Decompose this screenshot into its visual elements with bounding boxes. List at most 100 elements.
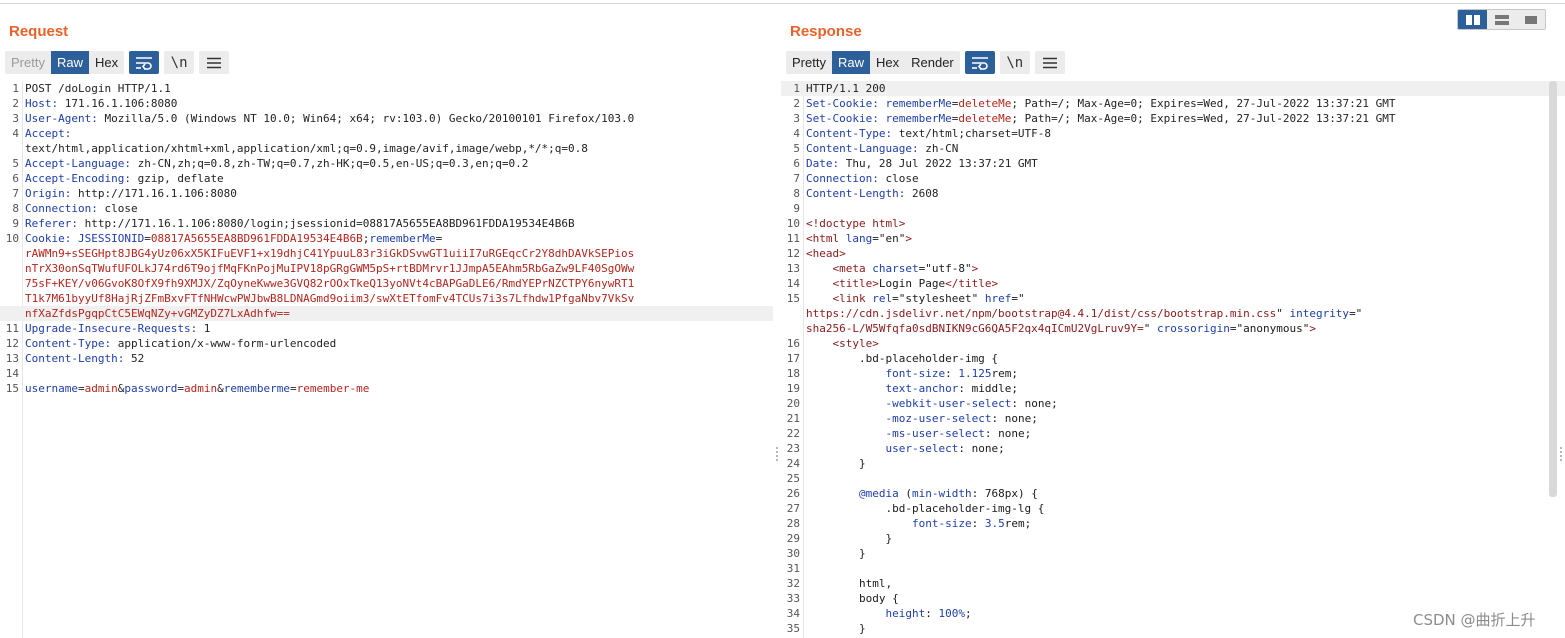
splitter-grip-icon[interactable]	[775, 446, 779, 462]
html-token: user-select	[885, 442, 959, 455]
request-toolbar: Pretty Raw Hex \n	[5, 51, 230, 74]
tab-raw[interactable]: Raw	[50, 51, 89, 74]
line-number: 15	[5, 382, 19, 395]
header-key: Referer:	[25, 217, 78, 230]
html-token: .bd-placeholder-img-lg {	[806, 502, 1045, 515]
pane-splitter[interactable]	[773, 4, 781, 638]
response-editor[interactable]: 1 HTTP/1.1 200 2 Set-Cookie: rememberMe=del…	[781, 81, 1565, 638]
header-value: http://171.16.1.106:8080	[71, 187, 237, 200]
line-number: 9	[12, 217, 19, 230]
line-number: 13	[5, 352, 19, 365]
line-text: -moz-user-select: none;	[806, 411, 1561, 426]
tab-raw[interactable]: Raw	[831, 51, 870, 74]
html-token	[806, 337, 833, 350]
code-line: 1 HTTP/1.1 200	[781, 81, 1565, 96]
line-text: Connection: close	[806, 171, 1561, 186]
header-key: Set-Cookie:	[806, 97, 879, 110]
code-line: 15 <link rel="stylesheet" href="	[781, 291, 1565, 306]
code-line: 12 Content-Type: application/x-www-form-u…	[0, 336, 773, 351]
line-number: 5	[793, 142, 800, 155]
html-token: integrity	[1289, 307, 1350, 320]
header-key: Content-Language:	[806, 142, 919, 155]
line-text: sha256-L/W5Wfqfa0sdBNIKN9cG6QA5F2qx4qICm…	[806, 321, 1561, 336]
line-text: Accept-Language: zh-CN,zh;q=0.8,zh-TW;q=…	[25, 156, 769, 171]
code-line: 10 <!doctype html>	[781, 216, 1565, 231]
code-line: sha256-L/W5Wfqfa0sdBNIKN9cG6QA5F2qx4qICm…	[781, 321, 1565, 336]
code-line: 8 Content-Length: 2608	[781, 186, 1565, 201]
html-token: lang	[845, 232, 873, 245]
html-token: -moz-user-select	[885, 412, 992, 425]
html-token: "	[1276, 307, 1290, 320]
line-text: Accept:	[25, 126, 769, 141]
line-number: 18	[786, 367, 800, 380]
code-line: 6 Accept-Encoding: gzip, deflate	[0, 171, 773, 186]
line-text: Accept-Encoding: gzip, deflate	[25, 171, 769, 186]
cookie-value: nTrX30onSqTWufUFOLkJ74rd6T9ojfMqFKnPojMu…	[25, 262, 635, 275]
tab-pretty[interactable]: Pretty	[5, 51, 51, 74]
word-wrap-button[interactable]	[129, 51, 160, 74]
right-edge-grip	[1557, 81, 1565, 638]
cookie-value: T1k7M61byyUf8HajRjZFmBxvFTfNHWcwPWJbwB8L…	[25, 292, 635, 305]
request-editor[interactable]: 1 POST /doLogin HTTP/1.1 2 Host: 171.16.1.1…	[0, 81, 773, 638]
html-token	[806, 262, 833, 275]
response-menu-button[interactable]	[1034, 51, 1065, 74]
request-menu-button[interactable]	[199, 51, 230, 74]
html-token: }	[806, 532, 893, 545]
line-text: Set-Cookie: rememberMe=deleteMe; Path=/;…	[806, 96, 1561, 111]
line-number: 9	[793, 202, 800, 215]
cookie-value: deleteMe	[958, 97, 1012, 110]
header-value: gzip, deflate	[130, 172, 224, 185]
line-text: Content-Length: 2608	[806, 186, 1561, 201]
response-view-tabs: Pretty Raw Hex Render	[786, 51, 960, 74]
line-text: Connection: close	[25, 201, 769, 216]
line-text: <title>Login Page</title>	[806, 276, 1561, 291]
code-line: 22 -ms-user-select: none;	[781, 426, 1565, 441]
html-token: .bd-placeholder-img {	[806, 352, 999, 365]
param-key: username	[25, 382, 78, 395]
header-value: zh-CN	[918, 142, 959, 155]
line-number: 7	[793, 172, 800, 185]
html-token: font-size	[911, 517, 972, 530]
html-token: ="en"	[872, 232, 906, 245]
line-text: font-size: 1.125rem;	[806, 366, 1561, 381]
code-line: 6 Date: Thu, 28 Jul 2022 13:37:21 GMT	[781, 156, 1565, 171]
code-line: 9 Referer: http://171.16.1.106:8080/login…	[0, 216, 773, 231]
html-token: charset	[872, 262, 919, 275]
show-newlines-button[interactable]: \n	[164, 51, 195, 74]
show-newlines-button[interactable]: \n	[999, 51, 1030, 74]
equals: =	[144, 232, 151, 245]
word-wrap-button[interactable]	[964, 51, 995, 74]
code-line: 7 Origin: http://171.16.1.106:8080	[0, 186, 773, 201]
code-line: 14	[0, 366, 773, 381]
line-number: 30	[786, 547, 800, 560]
line-text: T1k7M61byyUf8HajRjZFmBxvFTfNHWcwPWJbwB8L…	[25, 291, 769, 306]
cookie-name: rememberMe	[885, 97, 952, 110]
header-key: Accept-Language:	[25, 157, 131, 170]
header-value: text/html;charset=UTF-8	[892, 127, 1052, 140]
html-token: <title>	[832, 277, 879, 290]
header-key: Content-Length:	[25, 352, 125, 365]
line-number: 20	[786, 397, 800, 410]
tab-hex[interactable]: Hex	[870, 51, 905, 74]
html-token	[806, 427, 885, 440]
cookie-name: JSESSIONID	[77, 232, 145, 245]
tab-pretty[interactable]: Pretty	[786, 51, 832, 74]
line-text: Origin: http://171.16.1.106:8080	[25, 186, 769, 201]
code-line: 3 Set-Cookie: rememberMe=deleteMe; Path=/…	[781, 111, 1565, 126]
html-token: 100%	[938, 607, 965, 620]
html-token: <meta	[832, 262, 873, 275]
param-key: rememberme	[223, 382, 290, 395]
header-value: text/html,application/xhtml+xml,applicat…	[25, 142, 588, 155]
tab-hex[interactable]: Hex	[89, 51, 124, 74]
line-number: 3	[12, 112, 19, 125]
html-token: >	[971, 262, 979, 275]
html-token: 3.5	[984, 517, 1005, 530]
response-scrollbar[interactable]	[1549, 81, 1557, 497]
line-number: 23	[786, 442, 800, 455]
code-line: 4 Content-Type: text/html;charset=UTF-8	[781, 126, 1565, 141]
tab-render[interactable]: Render	[905, 51, 960, 74]
line-number: 2	[12, 97, 19, 110]
html-token	[806, 382, 885, 395]
code-line: 11 Upgrade-Insecure-Requests: 1	[0, 321, 773, 336]
